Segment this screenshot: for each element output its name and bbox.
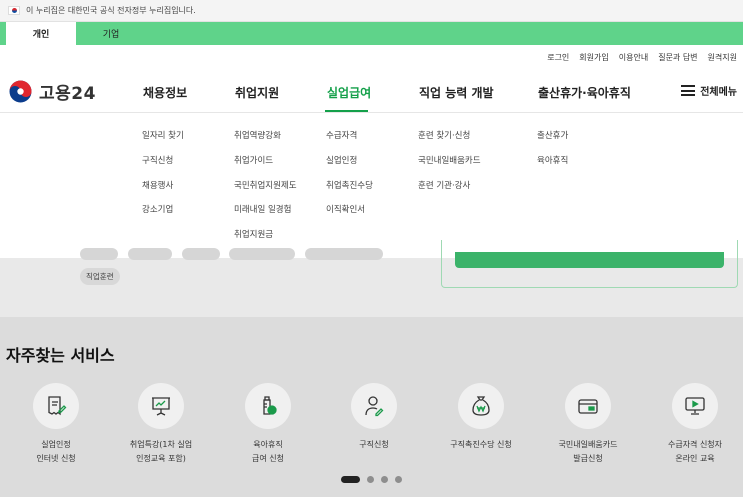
submenu-item[interactable]: 취업지원금 [234, 228, 273, 240]
login-button[interactable] [455, 252, 724, 268]
tag-pill-job-training[interactable]: 직업훈련 [80, 268, 120, 285]
service-label: 구직촉진수당 신청 [450, 440, 512, 449]
all-menu-button[interactable]: 전체메뉴 [681, 83, 737, 98]
gnb-unemployment-benefit[interactable]: 실업급여 [327, 84, 371, 101]
service-item[interactable]: 국민내일배움카드 발급신청 [538, 383, 638, 466]
submenu-item[interactable]: 국민취업지원제도 [234, 179, 297, 191]
login-link[interactable]: 로그인 [547, 52, 569, 63]
qna-link[interactable]: 질문과 답변 [658, 52, 697, 63]
pagination-dot[interactable] [381, 476, 388, 483]
service-label: 구직신청 [359, 440, 389, 449]
utility-links: 로그인 회원가입 이용안내 질문과 답변 원격지원 [547, 52, 737, 63]
service-item[interactable]: 구직촉진수당 신청 [431, 383, 531, 452]
korea-flag-icon [8, 6, 20, 15]
tag-pill[interactable] [80, 248, 118, 260]
submenu-item[interactable]: 육아휴직 [537, 154, 568, 166]
gnb-recruit-info[interactable]: 채용정보 [143, 84, 187, 101]
submenu-item[interactable]: 취업역량강화 [234, 129, 281, 141]
submenu-item[interactable]: 훈련 찾기·신청 [418, 129, 470, 141]
frequent-services-section: 자주찾는 서비스 실업인정 인터넷 신청 취업특강(1차 실업 인정교육 포함)… [0, 317, 743, 497]
submenu-item[interactable]: 취업촉진수당 [326, 179, 373, 191]
submenu-item[interactable]: 강소기업 [142, 203, 173, 215]
submenu-item[interactable]: 출산휴가 [537, 129, 568, 141]
pagination-dot[interactable] [395, 476, 402, 483]
submenu-item[interactable]: 이직확인서 [326, 203, 365, 215]
service-item[interactable]: 육아휴직 급여 신청 [218, 383, 318, 466]
gnb-maternity-parental-leave[interactable]: 출산휴가·육아휴직 [538, 84, 631, 101]
service-item[interactable]: 구직신청 [324, 383, 424, 452]
service-label: 국민내일배움카드 발급신청 [558, 440, 618, 463]
pagination-dot-active[interactable] [341, 476, 360, 483]
remote-support-link[interactable]: 원격지원 [708, 52, 737, 63]
service-label: 수급자격 신청자 온라인 교육 [667, 440, 723, 463]
all-menu-label: 전체메뉴 [700, 87, 737, 98]
tag-pill[interactable] [305, 248, 383, 260]
submenu-item[interactable]: 국민내일배움카드 [418, 154, 481, 166]
government-emblem-icon [9, 80, 32, 103]
gov-notice-text: 이 누리집은 대한민국 공식 전자정부 누리집입니다. [26, 6, 196, 15]
guide-link[interactable]: 이용안내 [619, 52, 648, 63]
site-logo[interactable]: 고용24 [8, 79, 96, 104]
gov-notice-bar: 이 누리집은 대한민국 공식 전자정부 누리집입니다. [0, 0, 743, 22]
service-label: 육아휴직 급여 신청 [252, 440, 284, 463]
tag-pill[interactable] [128, 248, 172, 260]
tag-pill[interactable] [229, 248, 295, 260]
tag-pill[interactable] [182, 248, 220, 260]
money-bag-icon [458, 383, 504, 429]
submenu-item[interactable]: 미래내일 일경험 [234, 203, 291, 215]
submenu-item[interactable]: 훈련 기관·강사 [418, 179, 470, 191]
submenu-item[interactable]: 일자리 찾기 [142, 129, 184, 141]
service-label: 실업인정 인터넷 신청 [36, 440, 76, 463]
gnb-job-support[interactable]: 취업지원 [235, 84, 279, 101]
baby-bottle-icon [245, 383, 291, 429]
active-menu-underline [325, 110, 368, 112]
header-divider [0, 112, 743, 113]
gnb-skills-development[interactable]: 직업 능력 개발 [419, 84, 494, 101]
section-title: 자주찾는 서비스 [6, 346, 115, 365]
submenu-item[interactable]: 수급자격 [326, 129, 357, 141]
tab-individual[interactable]: 개인 [6, 22, 76, 45]
person-pen-icon [351, 383, 397, 429]
logo-text: 고용24 [39, 84, 96, 104]
service-item[interactable]: 수급자격 신청자 온라인 교육 [645, 383, 743, 466]
service-label: 취업특강(1차 실업 인정교육 포함) [129, 440, 193, 463]
submenu-item[interactable]: 구직신청 [142, 154, 173, 166]
service-item[interactable]: 취업특강(1차 실업 인정교육 포함) [111, 383, 211, 466]
receipt-pen-icon [33, 383, 79, 429]
service-item[interactable]: 실업인정 인터넷 신청 [6, 383, 106, 466]
user-type-tabs: 개인 기업 [0, 22, 743, 45]
submenu-item[interactable]: 실업인정 [326, 154, 357, 166]
submenu-item[interactable]: 채용행사 [142, 179, 173, 191]
signup-link[interactable]: 회원가입 [579, 52, 608, 63]
monitor-play-icon [672, 383, 718, 429]
card-icon [565, 383, 611, 429]
tab-business[interactable]: 기업 [76, 22, 146, 45]
submenu-item[interactable]: 취업가이드 [234, 154, 273, 166]
presentation-board-icon [138, 383, 184, 429]
hamburger-icon [681, 85, 696, 96]
pagination-dot[interactable] [367, 476, 374, 483]
carousel-pagination [341, 476, 402, 483]
site-header: 로그인 회원가입 이용안내 질문과 답변 원격지원 고용24 채용정보 취업지원… [0, 45, 743, 258]
